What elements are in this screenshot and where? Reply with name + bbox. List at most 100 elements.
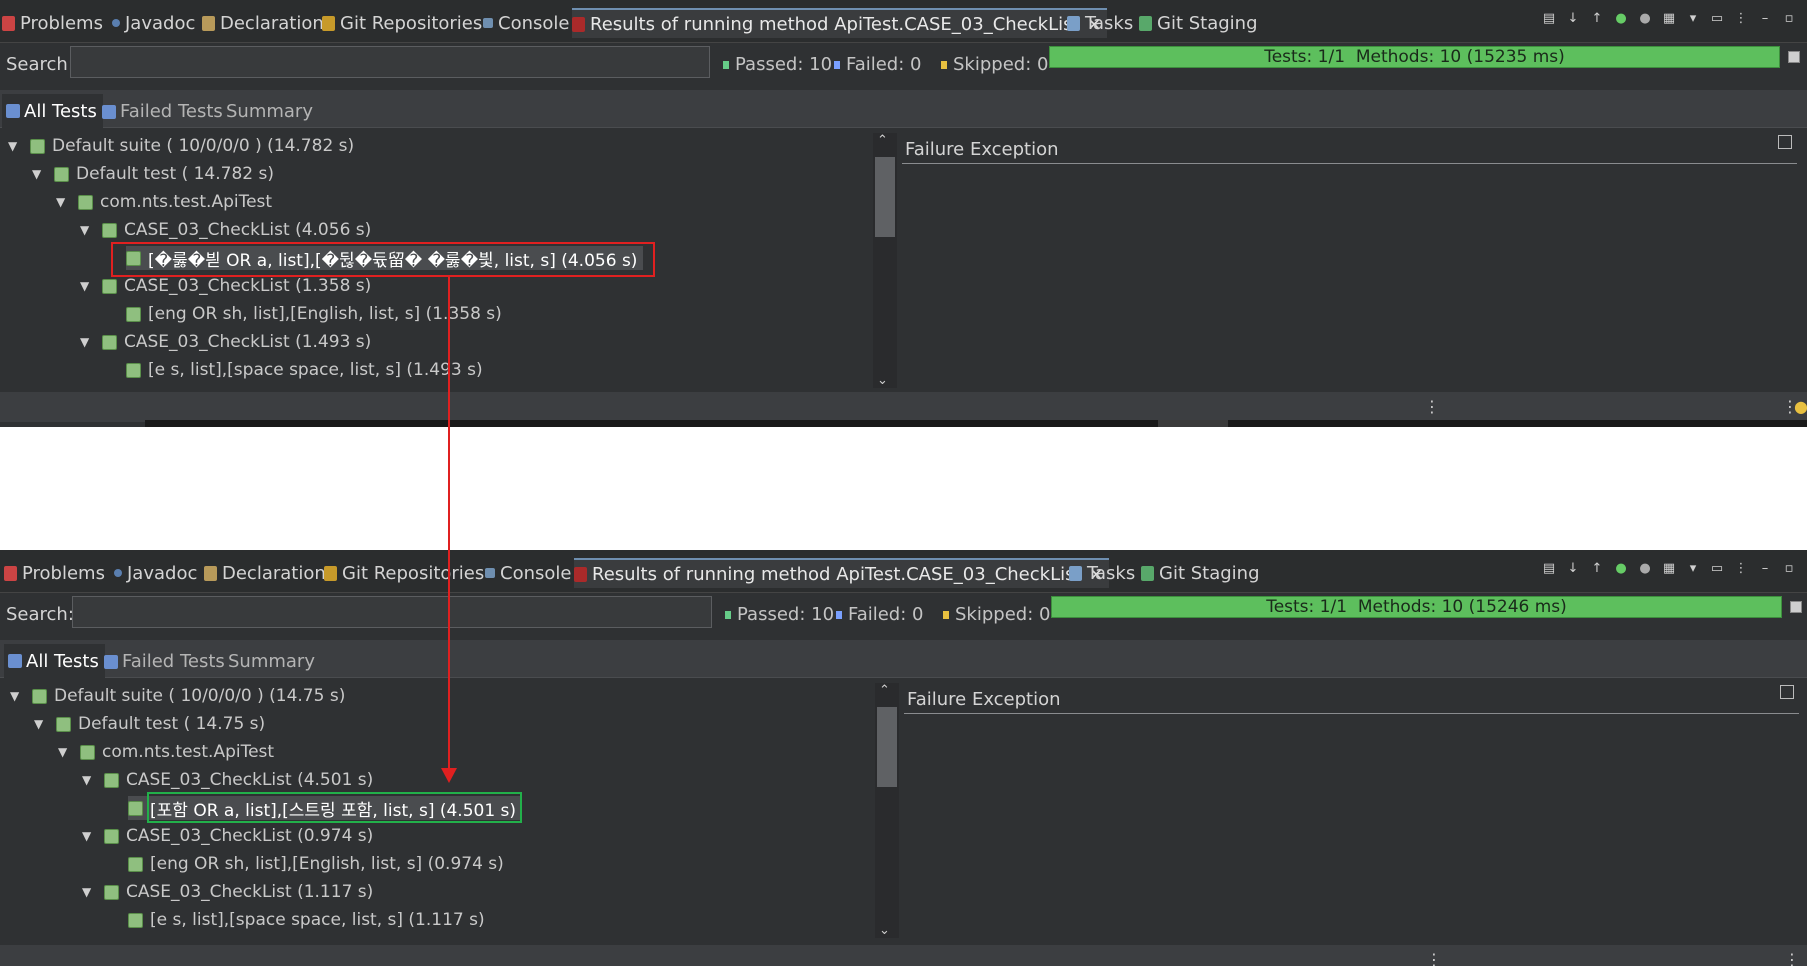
tree-method[interactable]: ▼ CASE_03_CheckList (4.501 s) <box>82 768 373 792</box>
tab-testng-results[interactable]: Results of running method ApiTest.CASE_0… <box>572 8 1107 38</box>
minimize-icon[interactable]: – <box>1757 10 1773 26</box>
chevron-up-icon[interactable]: ⌃ <box>879 683 890 698</box>
skipped-icon <box>941 60 947 69</box>
maximize-icon[interactable]: ▫ <box>1781 560 1797 576</box>
next-failure-icon[interactable]: ↓ <box>1565 10 1581 26</box>
chevron-down-icon[interactable]: ⌄ <box>879 923 890 938</box>
tab-tasks[interactable]: Tasks <box>1069 558 1135 588</box>
tab-all-tests[interactable]: All Tests <box>2 94 103 128</box>
tree-leaf[interactable]: [e s, list],[space space, list, s] (1.11… <box>128 908 485 932</box>
tree-method[interactable]: ▼ CASE_03_CheckList (4.056 s) <box>80 218 371 242</box>
history-icon[interactable]: ▤ <box>1541 10 1557 26</box>
scroll-thumb[interactable] <box>877 707 897 787</box>
tree-leaf-selected[interactable]: [포함 OR a, list],[스트링 포함, list, s] (4.501… <box>128 796 523 821</box>
tab-testng-results[interactable]: Results of running method ApiTest.CASE_0… <box>574 558 1109 588</box>
tab-javadoc[interactable]: Javadoc <box>112 8 195 38</box>
maximize-icon[interactable]: ▫ <box>1781 10 1797 26</box>
tree-leaf[interactable]: [eng OR sh, list],[English, list, s] (1.… <box>126 302 502 326</box>
previous-failure-icon[interactable]: ↑ <box>1589 560 1605 576</box>
tab-all-tests[interactable]: All Tests <box>4 644 105 678</box>
minimize-panel-icon[interactable]: ▭ <box>1709 560 1725 576</box>
chevron-down-icon[interactable]: ▼ <box>56 195 68 209</box>
test-tree: ▼ Default suite ( 10/0/0/0 ) (14.75 s) ▼ D… <box>0 678 872 940</box>
rerun-failed-icon[interactable]: ● <box>1637 10 1653 26</box>
lightbulb-icon[interactable]: ● <box>1794 397 1807 416</box>
tab-summary[interactable]: Summary <box>228 651 315 672</box>
tree-suite[interactable]: ▼ Default suite ( 10/0/0/0 ) (14.782 s) <box>8 134 354 158</box>
minimize-icon[interactable]: – <box>1757 560 1773 576</box>
tree-method[interactable]: ▼ CASE_03_CheckList (1.358 s) <box>80 274 371 298</box>
chevron-down-icon[interactable]: ▾ <box>1685 10 1701 26</box>
tree-scrollbar[interactable]: ⌃ ⌄ <box>875 683 899 938</box>
tab-console[interactable]: Console <box>485 558 571 588</box>
layout-icon[interactable]: ▦ <box>1661 10 1677 26</box>
chevron-down-icon[interactable]: ▼ <box>80 223 92 237</box>
search-label: Search: <box>6 604 74 625</box>
compare-icon[interactable] <box>1780 685 1794 699</box>
sash-grip-icon[interactable]: ⋮ <box>1784 950 1800 966</box>
search-input[interactable] <box>70 46 710 78</box>
tree-leaf-selected[interactable]: [�룷�븯 OR a, list],[�뒪�듃留� �룷�븿, list, s]… <box>126 246 644 271</box>
tree-test[interactable]: ▼ Default test ( 14.782 s) <box>32 162 274 186</box>
view-menu-icon[interactable]: ⋮ <box>1733 10 1749 26</box>
tree-scrollbar[interactable]: ⌃ ⌄ <box>873 133 897 388</box>
tab-javadoc[interactable]: Javadoc <box>114 558 197 588</box>
search-input[interactable] <box>72 596 712 628</box>
chevron-down-icon[interactable]: ▼ <box>32 167 44 181</box>
rerun-icon[interactable]: ● <box>1613 10 1629 26</box>
tab-declaration[interactable]: Declaration <box>202 8 324 38</box>
divider <box>904 713 1799 714</box>
tab-summary[interactable]: Summary <box>226 101 313 122</box>
chevron-down-icon[interactable]: ▼ <box>10 689 22 703</box>
tab-failed-tests[interactable]: Failed Tests <box>102 101 223 122</box>
sash-grip-icon[interactable]: ⋮ <box>1424 397 1440 416</box>
chevron-down-icon[interactable]: ▼ <box>82 773 94 787</box>
tree-method[interactable]: ▼ CASE_03_CheckList (1.117 s) <box>82 880 373 904</box>
tree-class[interactable]: ▼ com.nts.test.ApiTest <box>56 190 272 214</box>
chevron-down-icon[interactable]: ▼ <box>82 829 94 843</box>
stop-icon[interactable] <box>1788 51 1800 63</box>
history-icon[interactable]: ▤ <box>1541 560 1557 576</box>
chevron-down-icon[interactable]: ▼ <box>82 885 94 899</box>
tree-suite[interactable]: ▼ Default suite ( 10/0/0/0 ) (14.75 s) <box>10 684 345 708</box>
stop-icon[interactable] <box>1790 601 1802 613</box>
chevron-down-icon[interactable]: ▼ <box>80 335 92 349</box>
tree-leaf[interactable]: [e s, list],[space space, list, s] (1.49… <box>126 358 483 382</box>
rerun-icon[interactable]: ● <box>1613 560 1629 576</box>
tab-problems[interactable]: Problems <box>4 558 105 588</box>
problems-icon <box>4 565 17 581</box>
passed-count: Passed: 10 <box>725 604 834 625</box>
tree-method[interactable]: ▼ CASE_03_CheckList (1.493 s) <box>80 330 371 354</box>
tab-git-staging[interactable]: Git Staging <box>1141 558 1260 588</box>
tab-problems[interactable]: Problems <box>2 8 103 38</box>
tree-method[interactable]: ▼ CASE_03_CheckList (0.974 s) <box>82 824 373 848</box>
chevron-down-icon[interactable]: ▼ <box>58 745 70 759</box>
sash-grip-icon[interactable]: ⋮ <box>1426 950 1442 966</box>
compare-icon[interactable] <box>1778 135 1792 149</box>
minimize-panel-icon[interactable]: ▭ <box>1709 10 1725 26</box>
chevron-down-icon[interactable]: ▼ <box>34 717 46 731</box>
tab-tasks[interactable]: Tasks <box>1067 8 1133 38</box>
tree-leaf[interactable]: [eng OR sh, list],[English, list, s] (0.… <box>128 852 504 876</box>
tab-declaration[interactable]: Declaration <box>204 558 326 588</box>
chevron-down-icon[interactable]: ▼ <box>80 279 92 293</box>
tab-git-staging[interactable]: Git Staging <box>1139 8 1258 38</box>
previous-failure-icon[interactable]: ↑ <box>1589 10 1605 26</box>
tab-console[interactable]: Console <box>483 8 569 38</box>
tree-class[interactable]: ▼ com.nts.test.ApiTest <box>58 740 274 764</box>
tree-test[interactable]: ▼ Default test ( 14.75 s) <box>34 712 265 736</box>
tab-git-repositories[interactable]: Git Repositories <box>324 558 484 588</box>
tab-git-repositories[interactable]: Git Repositories <box>322 8 482 38</box>
view-menu-icon[interactable]: ⋮ <box>1733 560 1749 576</box>
next-failure-icon[interactable]: ↓ <box>1565 560 1581 576</box>
tab-failed-tests[interactable]: Failed Tests <box>104 651 225 672</box>
view-toolbar: ▤ ↓ ↑ ● ● ▦ ▾ ▭ ⋮ – ▫ <box>1541 10 1797 26</box>
rerun-failed-icon[interactable]: ● <box>1637 560 1653 576</box>
chevron-down-icon[interactable]: ▾ <box>1685 560 1701 576</box>
chevron-down-icon[interactable]: ▼ <box>8 139 20 153</box>
chevron-down-icon[interactable]: ⌄ <box>877 373 888 388</box>
layout-icon[interactable]: ▦ <box>1661 560 1677 576</box>
chevron-up-icon[interactable]: ⌃ <box>877 133 888 148</box>
scroll-thumb[interactable] <box>875 157 895 237</box>
all-tests-icon <box>6 104 20 118</box>
